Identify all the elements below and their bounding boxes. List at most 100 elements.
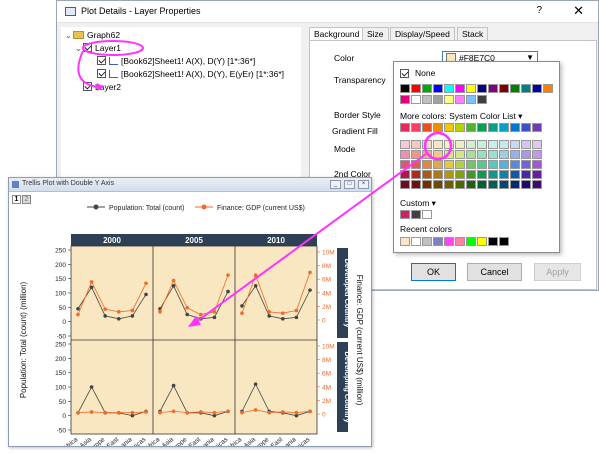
palette-color-swatch[interactable]: [521, 150, 531, 159]
basic-color-swatch[interactable]: [477, 95, 487, 104]
palette-color-swatch[interactable]: [433, 180, 443, 189]
palette-color-swatch[interactable]: [422, 170, 432, 179]
system-color-swatch[interactable]: [510, 123, 520, 132]
basic-color-swatch[interactable]: [477, 84, 487, 93]
custom-color-swatch[interactable]: [411, 210, 421, 219]
palette-color-swatch[interactable]: [422, 150, 432, 159]
palette-color-swatch[interactable]: [411, 160, 421, 169]
basic-color-swatch[interactable]: [488, 84, 498, 93]
palette-color-swatch[interactable]: [521, 180, 531, 189]
palette-color-swatch[interactable]: [488, 150, 498, 159]
basic-color-swatch[interactable]: [455, 84, 465, 93]
maximize-button[interactable]: □: [344, 180, 355, 189]
basic-color-swatch[interactable]: [400, 84, 410, 93]
help-button[interactable]: ?: [536, 5, 542, 16]
basic-color-swatch[interactable]: [466, 84, 476, 93]
palette-color-swatch[interactable]: [411, 150, 421, 159]
basic-color-swatch[interactable]: [411, 95, 421, 104]
cancel-button[interactable]: Cancel: [467, 263, 522, 281]
palette-color-swatch[interactable]: [455, 150, 465, 159]
recent-color-swatch[interactable]: [466, 237, 476, 246]
palette-color-swatch[interactable]: [532, 170, 542, 179]
palette-color-swatch[interactable]: [466, 160, 476, 169]
tab-display-speed[interactable]: Display/Speed: [390, 27, 455, 41]
palette-color-swatch[interactable]: [433, 170, 443, 179]
custom-label[interactable]: Custom ▾: [400, 198, 436, 209]
chevron-down-icon[interactable]: ▾: [518, 111, 522, 121]
palette-color-swatch[interactable]: [466, 140, 476, 149]
palette-color-swatch[interactable]: [455, 170, 465, 179]
palette-color-swatch[interactable]: [466, 170, 476, 179]
palette-color-swatch[interactable]: [532, 180, 542, 189]
recent-color-swatch[interactable]: [400, 237, 410, 246]
chevron-down-icon[interactable]: ▾: [432, 198, 436, 208]
palette-color-swatch[interactable]: [411, 170, 421, 179]
ok-button[interactable]: OK: [411, 263, 456, 281]
palette-color-swatch[interactable]: [400, 170, 410, 179]
palette-color-swatch[interactable]: [466, 150, 476, 159]
close-button[interactable]: ✕: [573, 3, 584, 19]
palette-color-swatch[interactable]: [433, 150, 443, 159]
palette-color-swatch[interactable]: [532, 140, 542, 149]
system-color-swatch[interactable]: [466, 123, 476, 132]
basic-color-swatch[interactable]: [411, 84, 421, 93]
palette-color-swatch[interactable]: [444, 160, 454, 169]
palette-color-swatch[interactable]: [400, 150, 410, 159]
recent-color-swatch[interactable]: [444, 237, 454, 246]
custom-color-swatch[interactable]: [422, 210, 432, 219]
palette-color-swatch[interactable]: [433, 140, 443, 149]
basic-color-swatch[interactable]: [466, 95, 476, 104]
palette-color-swatch[interactable]: [510, 180, 520, 189]
basic-color-swatch[interactable]: [510, 84, 520, 93]
palette-color-swatch[interactable]: [477, 140, 487, 149]
palette-color-swatch[interactable]: [499, 180, 509, 189]
recent-color-swatch[interactable]: [499, 237, 509, 246]
palette-color-swatch[interactable]: [499, 170, 509, 179]
palette-color-swatch[interactable]: [411, 180, 421, 189]
recent-color-swatch[interactable]: [422, 237, 432, 246]
recent-color-swatch[interactable]: [433, 237, 443, 246]
palette-color-swatch[interactable]: [400, 160, 410, 169]
palette-color-swatch[interactable]: [510, 140, 520, 149]
palette-color-swatch[interactable]: [477, 160, 487, 169]
palette-color-swatch[interactable]: [488, 170, 498, 179]
palette-color-swatch[interactable]: [532, 150, 542, 159]
system-color-swatch[interactable]: [411, 123, 421, 132]
system-color-swatch[interactable]: [400, 123, 410, 132]
system-color-swatch[interactable]: [477, 123, 487, 132]
basic-color-swatch[interactable]: [444, 95, 454, 104]
system-color-swatch[interactable]: [444, 123, 454, 132]
custom-color-swatch[interactable]: [400, 210, 410, 219]
palette-color-swatch[interactable]: [455, 140, 465, 149]
palette-color-swatch[interactable]: [488, 160, 498, 169]
recent-color-swatch[interactable]: [455, 237, 465, 246]
basic-color-swatch[interactable]: [422, 95, 432, 104]
palette-color-swatch[interactable]: [433, 160, 443, 169]
recent-color-swatch[interactable]: [477, 237, 487, 246]
basic-color-swatch[interactable]: [499, 84, 509, 93]
palette-color-swatch[interactable]: [400, 180, 410, 189]
palette-color-swatch[interactable]: [510, 150, 520, 159]
basic-color-swatch[interactable]: [444, 84, 454, 93]
palette-color-swatch[interactable]: [488, 180, 498, 189]
palette-color-swatch[interactable]: [521, 170, 531, 179]
basic-color-swatch[interactable]: [521, 84, 531, 93]
palette-color-swatch[interactable]: [411, 140, 421, 149]
palette-color-swatch[interactable]: [499, 150, 509, 159]
palette-color-swatch[interactable]: [499, 140, 509, 149]
system-color-swatch[interactable]: [455, 123, 465, 132]
tab-size[interactable]: Size: [362, 27, 389, 41]
apply-button[interactable]: Apply: [534, 263, 581, 281]
basic-color-swatch[interactable]: [532, 84, 542, 93]
basic-color-swatch[interactable]: [543, 84, 553, 93]
palette-color-swatch[interactable]: [477, 180, 487, 189]
close-button[interactable]: ×: [358, 180, 369, 189]
palette-color-swatch[interactable]: [521, 160, 531, 169]
palette-color-swatch[interactable]: [422, 160, 432, 169]
system-color-swatch[interactable]: [499, 123, 509, 132]
palette-color-swatch[interactable]: [455, 160, 465, 169]
system-color-swatch[interactable]: [532, 123, 542, 132]
palette-color-swatch[interactable]: [488, 140, 498, 149]
recent-color-swatch[interactable]: [411, 237, 421, 246]
palette-color-swatch[interactable]: [477, 170, 487, 179]
